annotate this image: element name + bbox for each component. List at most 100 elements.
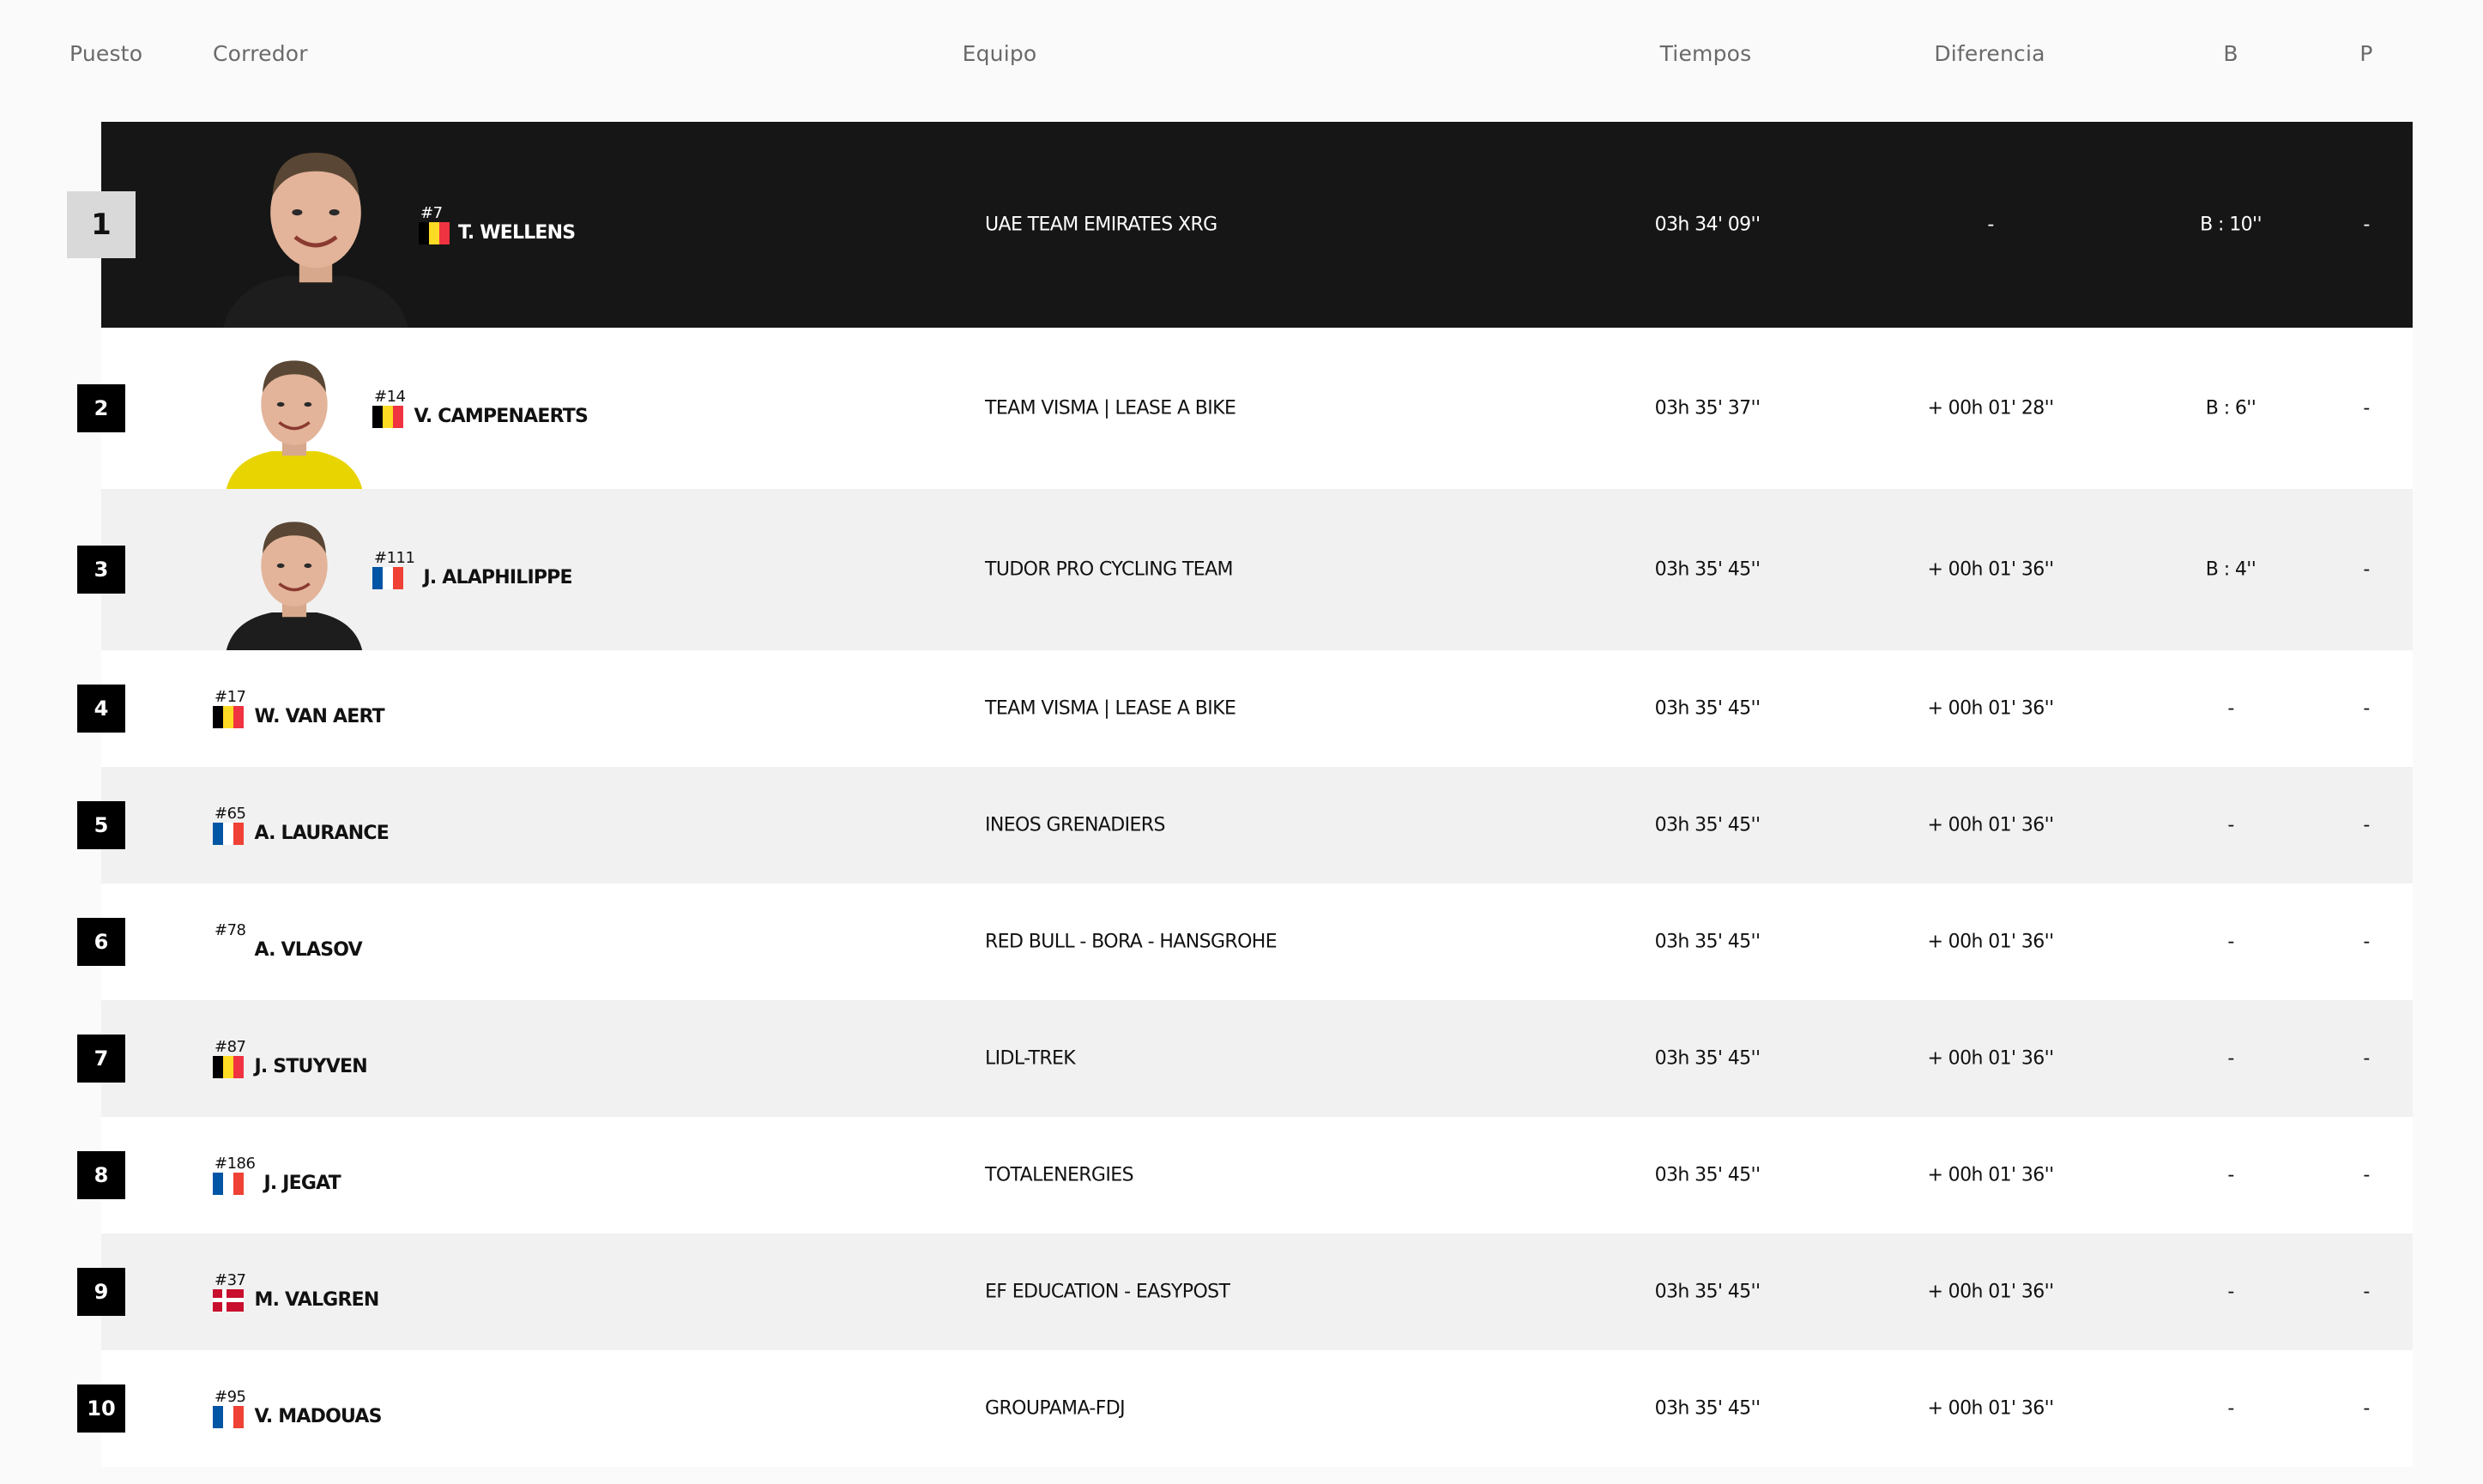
- rank-badge: 5: [77, 801, 125, 849]
- time-value: 03h 35' 37'': [1654, 397, 1761, 419]
- penalty-value: -: [2363, 1397, 2370, 1420]
- team-name[interactable]: RED BULL - BORA - HANSGROHE: [985, 932, 1278, 953]
- bonus-value: -: [2227, 931, 2234, 953]
- gap-value: + 00h 01' 36'': [1927, 1047, 2054, 1070]
- rider-name[interactable]: A. LAURANCE: [255, 823, 390, 845]
- team-name[interactable]: GROUPAMA-FDJ: [985, 1398, 1126, 1420]
- rider-name[interactable]: J. JEGAT: [263, 1173, 341, 1195]
- rank-badge: 4: [77, 685, 125, 733]
- rider-link[interactable]: #186 J. JEGAT: [213, 1155, 341, 1195]
- penalty-value: -: [2363, 558, 2370, 581]
- bib-number: #78: [214, 921, 246, 939]
- rank-badge: 10: [77, 1384, 125, 1433]
- rank-badge: 6: [77, 918, 125, 966]
- gap-value: + 00h 01' 36'': [1927, 697, 2054, 720]
- rider-portrait[interactable]: [213, 338, 376, 489]
- penalty-value: -: [2363, 214, 2370, 236]
- rider-name[interactable]: V. MADOUAS: [255, 1406, 383, 1428]
- rider-name[interactable]: J. ALAPHILIPPE: [423, 567, 572, 589]
- team-name[interactable]: INEOS GRENADIERS: [985, 815, 1165, 836]
- team-name[interactable]: TEAM VISMA | LEASE A BIKE: [985, 398, 1236, 419]
- team-name[interactable]: TOTALENERGIES: [985, 1165, 1134, 1186]
- header-penalty[interactable]: P: [2359, 41, 2372, 66]
- bonus-value: -: [2227, 1397, 2234, 1420]
- rider-link[interactable]: #87 J. STUYVEN: [213, 1038, 368, 1078]
- penalty-value: -: [2363, 397, 2370, 419]
- rider-name[interactable]: M. VALGREN: [255, 1289, 380, 1312]
- rider-portrait[interactable]: [213, 122, 419, 328]
- rider-name[interactable]: J. STUYVEN: [255, 1056, 368, 1078]
- bonus-value: -: [2227, 814, 2234, 836]
- team-name[interactable]: TUDOR PRO CYCLING TEAM: [985, 559, 1234, 581]
- time-value: 03h 35' 45'': [1654, 1397, 1761, 1420]
- penalty-value: -: [2363, 931, 2370, 953]
- rider-link[interactable]: #7 T. WELLENS: [419, 205, 576, 244]
- table-row[interactable]: 1 #7 T. WELLENS UAE TEAM EMIRATES XRG 03h 34…: [67, 122, 2413, 328]
- rider-name[interactable]: A. VLASOV: [255, 939, 363, 962]
- team-name[interactable]: TEAM VISMA | LEASE A BIKE: [985, 698, 1236, 720]
- penalty-value: -: [2363, 1047, 2370, 1070]
- denmark-flag-icon: [213, 1289, 244, 1312]
- gap-value: + 00h 01' 36'': [1927, 558, 2054, 581]
- penalty-value: -: [2363, 814, 2370, 836]
- gap-value: + 00h 01' 36'': [1927, 1281, 2054, 1303]
- gap-value: -: [1987, 214, 1994, 236]
- rider-link[interactable]: #65 A. LAURANCE: [213, 805, 390, 845]
- bonus-value: -: [2227, 1047, 2234, 1070]
- bib-number: #95: [214, 1388, 246, 1406]
- belgium-flag-icon: [213, 706, 244, 728]
- rider-link[interactable]: #95 V. MADOUAS: [213, 1389, 382, 1428]
- team-name[interactable]: UAE TEAM EMIRATES XRG: [985, 214, 1217, 236]
- table-row[interactable]: 9 #37 M. VALGREN EF EDUCATION - EASYPOST 03h…: [77, 1234, 2413, 1350]
- bib-number: #14: [374, 388, 406, 406]
- time-value: 03h 35' 45'': [1654, 1047, 1761, 1070]
- table-row[interactable]: 3 #111 J. ALAPHILIPPE TUDOR PRO CYCLING TEA…: [77, 489, 2413, 650]
- header-time[interactable]: Tiempos: [1660, 41, 1752, 66]
- rank-badge: 1: [67, 191, 136, 258]
- bonus-value: B : 4'': [2205, 558, 2256, 581]
- bib-number: #17: [214, 688, 246, 706]
- france-flag-icon: [213, 1173, 244, 1195]
- team-name[interactable]: LIDL-TREK: [985, 1048, 1076, 1070]
- rider-link[interactable]: #78 A. VLASOV: [213, 921, 363, 962]
- rider-link[interactable]: #37 M. VALGREN: [213, 1272, 380, 1312]
- bonus-value: -: [2227, 1281, 2234, 1303]
- rider-link[interactable]: #17 W. VAN AERT: [213, 688, 385, 728]
- rider-portrait[interactable]: [213, 499, 376, 650]
- gap-value: + 00h 01' 36'': [1927, 1397, 2054, 1420]
- belgium-flag-icon: [372, 406, 403, 428]
- bib-number: #87: [214, 1038, 246, 1056]
- header-position[interactable]: Puesto: [69, 41, 142, 66]
- bonus-value: -: [2227, 1164, 2234, 1186]
- header-bonus[interactable]: B: [2223, 41, 2238, 66]
- header-rider[interactable]: Corredor: [213, 41, 308, 66]
- table-row[interactable]: 8 #186 J. JEGAT TOTALENERGIES 03h 35' 45'' + …: [77, 1117, 2413, 1234]
- results-table: 1 #7 T. WELLENS UAE TEAM EMIRATES XRG 03h 34…: [67, 122, 2413, 1467]
- france-flag-icon: [213, 823, 244, 845]
- table-row[interactable]: 5 #65 A. LAURANCE INEOS GRENADIERS 03h 35' 4…: [77, 767, 2413, 884]
- bonus-value: B : 10'': [2200, 214, 2262, 236]
- header-gap[interactable]: Diferencia: [1934, 41, 2045, 66]
- rider-name[interactable]: T. WELLENS: [458, 222, 576, 244]
- rider-link[interactable]: #111 J. ALAPHILIPPE: [372, 550, 573, 589]
- rider-name[interactable]: V. CAMPENAERTS: [414, 406, 589, 428]
- rank-badge: 9: [77, 1268, 125, 1316]
- team-name[interactable]: EF EDUCATION - EASYPOST: [985, 1282, 1230, 1303]
- header-team[interactable]: Equipo: [963, 41, 1037, 66]
- bib-number: #65: [214, 805, 246, 823]
- rank-badge: 3: [77, 546, 125, 594]
- rank-badge: 8: [77, 1151, 125, 1199]
- table-row[interactable]: 10 #95 V. MADOUAS GROUPAMA-FDJ 03h 35' 45'' +…: [77, 1350, 2413, 1467]
- rider-link[interactable]: #14 V. CAMPENAERTS: [372, 388, 589, 428]
- rider-name[interactable]: W. VAN AERT: [255, 706, 385, 728]
- bib-number: #186: [214, 1155, 256, 1173]
- table-header: Puesto Corredor Equipo Tiempos Diferenci…: [0, 0, 2483, 110]
- table-row[interactable]: 6 #78 A. VLASOV RED BULL - BORA - HANSGROHE…: [77, 884, 2413, 1000]
- time-value: 03h 35' 45'': [1654, 814, 1761, 836]
- table-row[interactable]: 7 #87 J. STUYVEN LIDL-TREK 03h 35' 45'' + 00h…: [77, 1000, 2413, 1117]
- bonus-value: B : 6'': [2205, 397, 2256, 419]
- gap-value: + 00h 01' 28'': [1927, 397, 2054, 419]
- table-row[interactable]: 4 #17 W. VAN AERT TEAM VISMA | LEASE A BIKE…: [77, 650, 2413, 767]
- gap-value: + 00h 01' 36'': [1927, 814, 2054, 836]
- table-row[interactable]: 2 #14 V. CAMPENAERTS TEAM VISMA | LEASE A B…: [77, 328, 2413, 489]
